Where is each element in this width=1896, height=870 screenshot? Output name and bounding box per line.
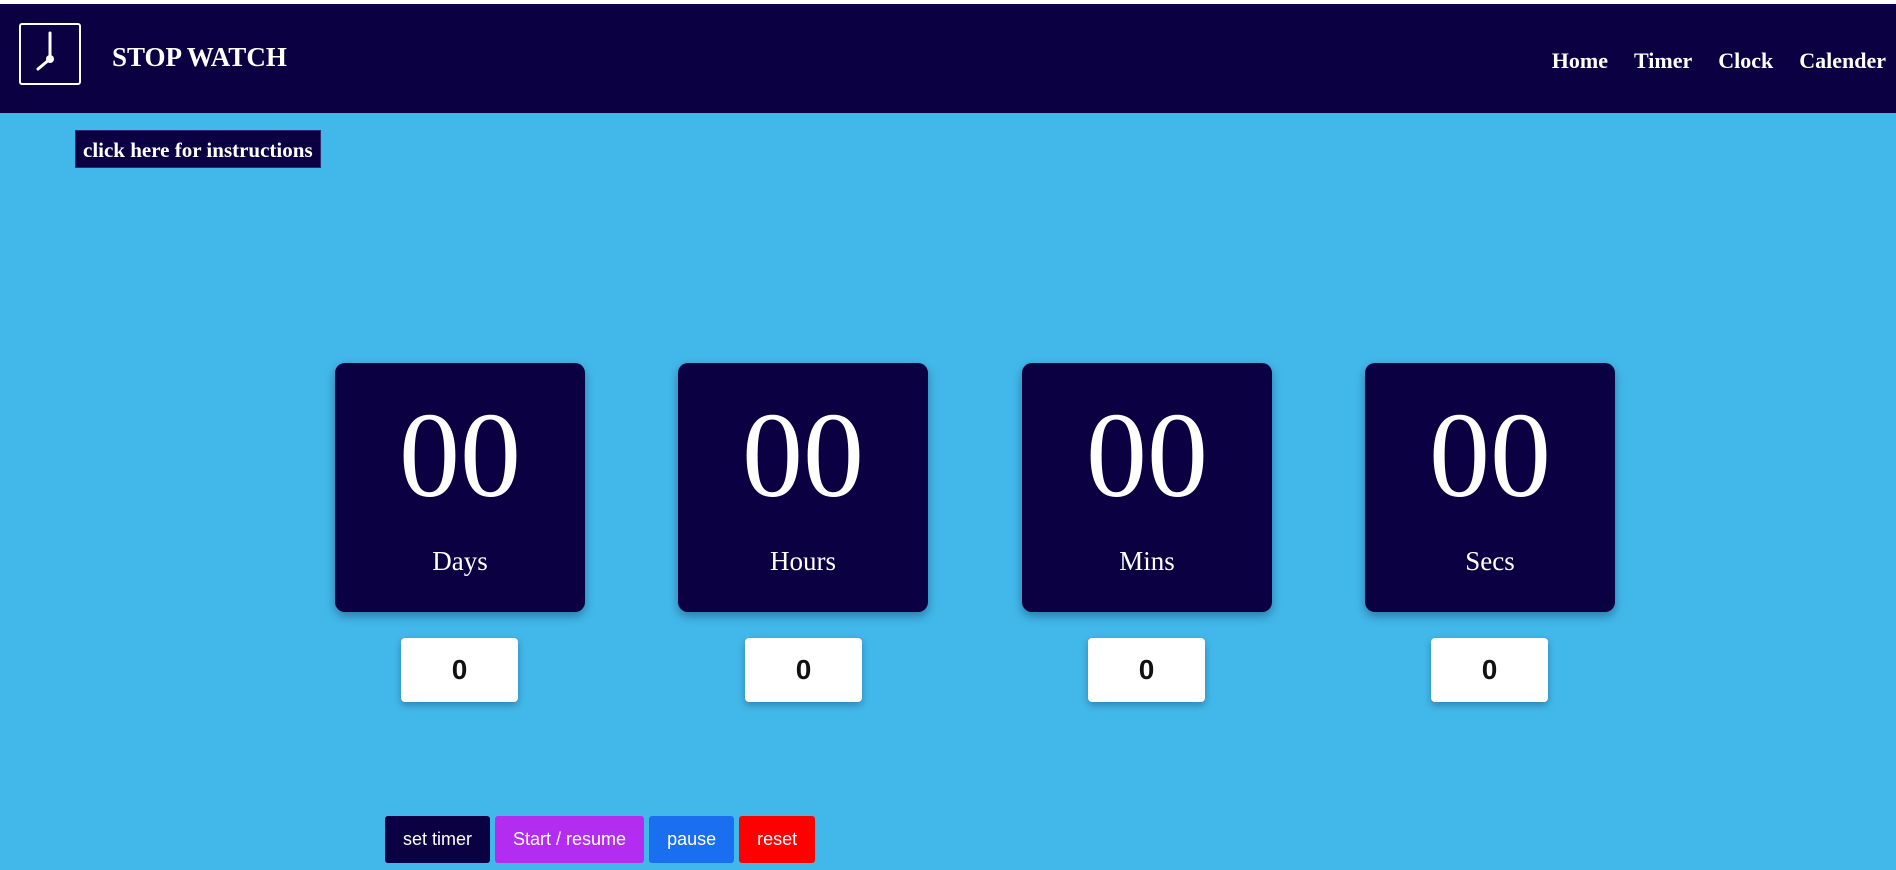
mins-input[interactable]: 0 [1088, 638, 1205, 702]
pause-button[interactable]: pause [649, 816, 735, 863]
hours-card: 00 Hours [678, 363, 928, 612]
mins-label: Mins [1119, 546, 1175, 576]
secs-value: 00 [1429, 388, 1551, 523]
hours-input[interactable]: 0 [745, 638, 862, 702]
days-input[interactable]: 0 [401, 638, 518, 702]
hours-label: Hours [770, 546, 836, 576]
days-value: 00 [399, 388, 521, 523]
nav-timer-link[interactable]: Timer [1634, 48, 1692, 74]
main-nav: Home Timer Clock Calender [1552, 48, 1886, 74]
set-timer-button[interactable]: set timer [385, 816, 491, 863]
clock-icon[interactable] [19, 23, 81, 85]
nav-clock-link[interactable]: Clock [1718, 48, 1773, 74]
brand-title: STOP WATCH [112, 42, 287, 72]
navbar: STOP WATCH Home Timer Clock Calender [0, 4, 1896, 113]
secs-card: 00 Secs [1365, 363, 1615, 612]
mins-value: 00 [1086, 388, 1208, 523]
secs-label: Secs [1465, 546, 1515, 576]
mins-card: 00 Mins [1022, 363, 1272, 612]
reset-button[interactable]: reset [739, 816, 816, 863]
nav-calender-link[interactable]: Calender [1799, 48, 1886, 74]
days-card: 00 Days [335, 363, 585, 612]
hours-value: 00 [742, 388, 864, 523]
start-resume-button[interactable]: Start / resume [495, 816, 645, 863]
secs-input[interactable]: 0 [1431, 638, 1548, 702]
control-buttons: set timer Start / resume pause reset [385, 816, 816, 863]
nav-home-link[interactable]: Home [1552, 48, 1608, 74]
instructions-button[interactable]: click here for instructions [75, 130, 321, 168]
days-label: Days [432, 546, 488, 576]
